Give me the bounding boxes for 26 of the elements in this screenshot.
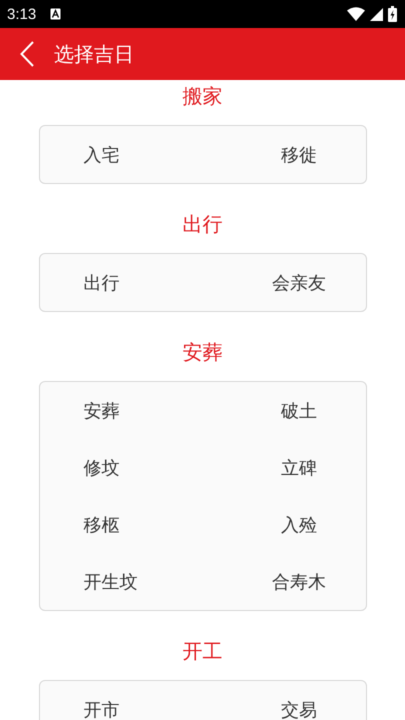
notification-icon <box>50 8 62 20</box>
option-item[interactable]: 交易 <box>281 681 317 720</box>
option-item[interactable]: 安葬 <box>84 382 120 439</box>
option-item[interactable]: 移柩 <box>84 496 120 553</box>
option-item[interactable]: 开生坟 <box>84 553 138 610</box>
section-title: 开工 <box>182 638 222 665</box>
section-title: 出行 <box>182 211 222 238</box>
option-item[interactable]: 出行 <box>84 254 120 311</box>
option-item[interactable]: 移徙 <box>281 126 317 183</box>
back-icon <box>20 41 34 67</box>
page-title: 选择吉日 <box>54 40 134 68</box>
option-item[interactable]: 开市 <box>84 681 120 720</box>
option-item[interactable]: 合寿木 <box>272 553 326 610</box>
section-title: 搬家 <box>182 83 222 110</box>
signal-icon <box>370 8 383 20</box>
option-item[interactable]: 立碑 <box>281 439 317 496</box>
option-item[interactable]: 入殓 <box>281 496 317 553</box>
wifi-icon <box>347 7 365 21</box>
status-time: 3:13 <box>7 6 36 22</box>
option-item[interactable]: 入宅 <box>84 126 120 183</box>
option-item[interactable]: 会亲友 <box>272 254 326 311</box>
option-item[interactable]: 破土 <box>281 382 317 439</box>
option-item[interactable]: 修坟 <box>84 439 120 496</box>
battery-icon <box>388 6 397 22</box>
section-title: 安葬 <box>182 339 222 366</box>
back-button[interactable] <box>20 41 34 67</box>
